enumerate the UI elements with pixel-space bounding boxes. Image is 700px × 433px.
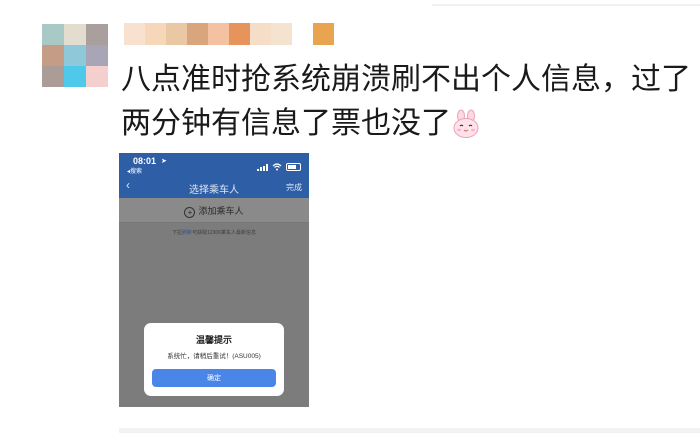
- name-pixel: [124, 23, 145, 45]
- post-text: 八点准时抢系统崩溃刷不出个人信息，过了两分钟有信息了票也没了: [121, 62, 691, 141]
- name-pixel: [292, 23, 313, 45]
- avatar-pixel: [86, 66, 108, 87]
- name-pixel: [313, 23, 334, 45]
- avatar-pixel: [42, 66, 64, 87]
- add-passenger-label: 添加乘车人: [198, 206, 244, 216]
- wifi-icon: [272, 158, 282, 176]
- nav-bar: ‹ 选择乘车人 完成: [119, 175, 309, 198]
- avatar-pixel: [86, 24, 108, 45]
- name-pixel: [145, 23, 166, 45]
- rabbit-face-icon: [451, 108, 481, 138]
- avatar[interactable]: [42, 24, 108, 88]
- hint-suffix: 可获取12306乘车人最新信息: [192, 230, 256, 236]
- alert-dialog: 温馨提示 系统忙，请稍后重试！(ASU005) 确定: [144, 323, 284, 396]
- avatar-pixel: [86, 45, 108, 66]
- status-bar: 08:01 ➤ ◂搜索: [119, 153, 309, 175]
- name-pixel: [250, 23, 271, 45]
- footer-divider: [119, 428, 700, 433]
- username-blurred[interactable]: [124, 23, 334, 45]
- name-pixel: [166, 23, 187, 45]
- nav-title: 选择乘车人: [189, 185, 239, 196]
- name-pixel: [187, 23, 208, 45]
- avatar-pixel: [64, 66, 86, 87]
- hint-prefix: 下拉: [172, 230, 183, 236]
- name-pixel: [208, 23, 229, 45]
- embedded-screenshot[interactable]: 08:01 ➤ ◂搜索 ‹ 选择乘车人 完成 + 添加乘车人 下拉刷新可获取123…: [119, 153, 309, 407]
- status-time: 08:01: [133, 156, 157, 166]
- dialog-title: 温馨提示: [195, 335, 232, 345]
- dialog-message: 系统忙，请稍后重试！(ASU005): [167, 353, 261, 360]
- post-content: 八点准时抢系统崩溃刷不出个人信息，过了两分钟有信息了票也没了: [121, 58, 691, 146]
- refresh-link[interactable]: 刷新: [182, 230, 192, 236]
- add-passenger-button[interactable]: + 添加乘车人: [119, 198, 309, 223]
- avatar-pixel: [42, 24, 64, 45]
- name-pixel: [271, 23, 292, 45]
- avatar-pixel: [64, 24, 86, 45]
- header-divider: [432, 4, 700, 6]
- add-passenger-content: + 添加乘车人: [119, 204, 309, 218]
- plus-circle-icon: +: [184, 207, 196, 218]
- confirm-button[interactable]: 确定: [152, 369, 276, 387]
- back-to-app-link[interactable]: ◂搜索: [127, 166, 142, 175]
- signal-icon: [257, 163, 268, 171]
- refresh-hint: 下拉刷新可获取12306乘车人最新信息: [119, 229, 309, 236]
- location-arrow-icon: ➤: [161, 158, 167, 165]
- status-icons: [257, 158, 301, 176]
- avatar-pixel: [42, 45, 64, 66]
- battery-icon: [286, 163, 301, 171]
- done-button[interactable]: 完成: [286, 182, 302, 193]
- avatar-pixel: [64, 45, 86, 66]
- name-pixel: [229, 23, 250, 45]
